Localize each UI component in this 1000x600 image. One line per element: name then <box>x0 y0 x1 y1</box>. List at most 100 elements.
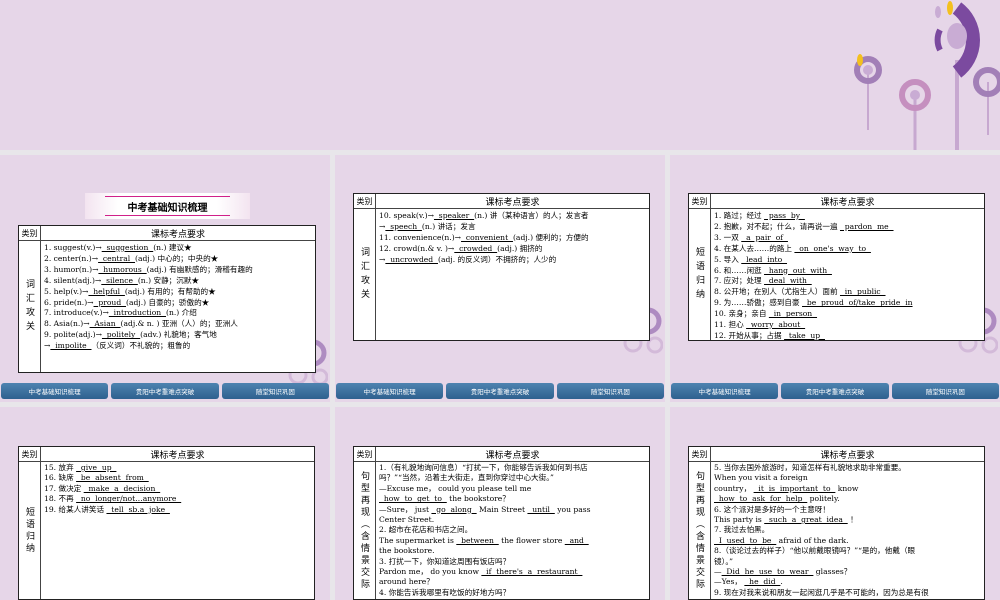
table-line: 7. introduce(v.)→ introduction (n.) 介绍 <box>44 308 312 319</box>
table-line: 3. 一双 a pair of <box>714 233 981 244</box>
table-line: → impolite （反义词）不礼貌的；粗鲁的 <box>44 341 312 352</box>
header-category: 类别 <box>689 447 711 462</box>
table-line: When you visit a foreign <box>714 473 981 483</box>
prompt-text: 9. 为……骄傲；感到自豪 <box>714 298 803 308</box>
table-line: 19. 给某人讲笑话 tell sb.a joke <box>44 505 311 515</box>
answer-text: if there's a restaurant <box>481 567 583 577</box>
answer-text: in public <box>839 287 886 297</box>
table-line: 12. 开始从事；占据 take up <box>714 331 981 340</box>
slide-top[interactable] <box>0 0 1000 150</box>
prompt-text: politely. <box>807 494 840 504</box>
table-content: 15. 放弃 give up 16. 缺席 be absent from 17.… <box>41 462 314 599</box>
knowledge-table: 类别 课标考点要求 句型再现︵含情景交际 5. 当你去国外旅游时，知道怎样有礼貌… <box>688 446 985 600</box>
prompt-text: —Excuse me， could you please tell me <box>379 483 532 493</box>
nav-button[interactable]: 中考基础知识梳理 <box>1 383 109 399</box>
prompt-text: 4. silent(adj.)→ <box>44 275 102 285</box>
header-requirements: 课标考点要求 <box>711 194 984 209</box>
answer-text: between <box>456 535 499 545</box>
answer-text: take up <box>784 330 825 340</box>
table-line: 5. 当你去国外旅游时，知道怎样有礼貌地求助非常重要。 <box>714 463 981 473</box>
answer-text: helpful <box>88 286 125 296</box>
table-line: 8. Asia(n.)→ Asian (adj.& n. ) 亚洲（人）的；亚洲… <box>44 319 312 330</box>
prompt-text: (adj.) 有用的；有帮助的★ <box>124 286 216 296</box>
table-line: how to ask for help politely. <box>714 494 981 504</box>
answer-text: central <box>98 253 136 263</box>
prompt-text: (n.) 安静；沉默★ <box>137 275 200 285</box>
nav-button[interactable]: 随堂知识巩固 <box>221 383 329 399</box>
header-category: 类别 <box>19 447 41 462</box>
answer-text: silence <box>101 275 138 285</box>
slide-thumbnail[interactable]: 类别 课标考点要求 短语归纳 1. 路过；经过 pass by 2. 抱歉，对不… <box>670 155 1000 402</box>
slide-thumbnail[interactable]: 类别 课标考点要求 句型再现︵含情景交际 5. 当你去国外旅游时，知道怎样有礼貌… <box>670 407 1000 600</box>
answer-text: how to ask for help <box>714 494 808 504</box>
prompt-text: —Yes， <box>714 577 745 587</box>
prompt-text: 8. 公开地；在别人（尤指生人）面前 <box>714 287 840 297</box>
prompt-text: 吗？”“当然，沿着主大街走，直到你穿过中心大街。” <box>379 473 554 483</box>
answer-text: convenient <box>461 232 513 242</box>
table-line: 10. speak(v.)→ speaker (n.) 讲（某种语言）的人；发言… <box>379 211 646 222</box>
answer-text: a pair of <box>741 232 788 242</box>
prompt-text: 3. 打扰一下，你知道这周围有饭店吗？ <box>379 556 511 566</box>
prompt-text: Main Street <box>476 504 528 514</box>
table-line: 9. polite(adj.)→ politely (adv.) 礼貌地；客气地 <box>44 330 312 341</box>
prompt-text: (adv.) 礼貌地；客气地 <box>140 330 217 340</box>
table-line: 7. 我过去怕黑。 <box>714 525 981 535</box>
header-category: 类别 <box>354 194 376 209</box>
prompt-text: 1. 路过；经过 <box>714 211 765 220</box>
table-line: 8. 公开地；在别人（尤指生人）面前 in public <box>714 287 981 298</box>
slide-nav-bar: 中考基础知识梳理 贵阳中考重难点突破 随堂知识巩固 <box>335 383 665 399</box>
prompt-text: (adj.) 便利的；方便的 <box>512 232 589 242</box>
category-label: 句型再现︵含情景交际 <box>354 462 376 599</box>
prompt-text: The supermarket is <box>379 535 457 545</box>
prompt-text: 11. 担心 <box>714 320 747 330</box>
nav-button[interactable]: 贵阳中考重难点突破 <box>446 383 554 399</box>
answer-text: such a great idea <box>764 515 848 525</box>
table-line: 9. 为……骄傲；感到自豪 be proud of/take pride in <box>714 298 981 309</box>
answer-text: give up <box>76 463 117 472</box>
answer-text: impolite <box>50 341 92 351</box>
nav-button[interactable]: 随堂知识巩固 <box>556 383 664 399</box>
table-line: 7. 应对；处理 deal with <box>714 276 981 287</box>
prompt-text: (adj. 的反义词）不拥挤的；人少的 <box>437 254 557 264</box>
answer-text: on one's way to <box>794 243 871 253</box>
prompt-text: 12. 开始从事；占据 <box>714 330 785 340</box>
prompt-text: know <box>835 483 859 493</box>
slide-thumbnail[interactable]: 类别 课标考点要求 句型再现︵含情景交际 1.（有礼貌地询问信息）“打扰一下，你… <box>335 407 665 600</box>
table-line: 2. center(n.)→ central (adj.) 中心的；中央的★ <box>44 254 312 265</box>
prompt-text: 4. 你能告诉我哪里有吃饭的好地方吗？ <box>379 587 511 597</box>
prompt-text: 1. suggest(v.)→ <box>44 243 102 252</box>
prompt-text: afraid of the dark. <box>776 535 849 545</box>
nav-button[interactable]: 贵阳中考重难点突破 <box>111 383 219 399</box>
prompt-text: 17. 做决定 <box>44 483 84 493</box>
table-line: 2. 超市在花店和书店之间。 <box>379 525 646 535</box>
prompt-text: 5. 当你去国外旅游时，知道怎样有礼貌地求助非常重要。 <box>714 463 906 472</box>
category-label: 短语归纳 <box>689 209 711 340</box>
nav-button[interactable]: 随堂知识巩固 <box>891 383 999 399</box>
slide-thumbnail[interactable]: 中考基础知识梳理 类别 课标考点要求 词汇攻关 1. suggest(v.)→ … <box>0 155 330 402</box>
table-line: 1.（有礼貌地询问信息）“打扰一下，你能够告诉我如何到书店 <box>379 463 646 473</box>
table-line: 16. 缺席 be absent from <box>44 473 311 483</box>
prompt-text: 9. 现在对我来说和朋友一起闲逛几乎是不可能的，因为总是有很 <box>714 587 929 597</box>
prompt-text: 6. 这个派对是多好的一个主意呀！ <box>714 504 830 514</box>
table-line: 3. 打扰一下，你知道这周围有饭店吗？ <box>379 557 646 567</box>
table-line: 12. crowd(n.& v. )→ crowded (adj.) 拥挤的 <box>379 244 646 255</box>
nav-button[interactable]: 中考基础知识梳理 <box>336 383 444 399</box>
table-line: Pardon me， do you know if there's a rest… <box>379 567 646 577</box>
table-line: 3. humor(n.)→ humorous (adj.) 有幽默感的；滑稽有趣… <box>44 265 312 276</box>
answer-text: make a decision <box>83 483 161 493</box>
prompt-text: (adj.) 有幽默感的；滑稽有趣的 <box>146 264 253 274</box>
prompt-text: around here？ <box>379 577 434 587</box>
answer-text: be proud of/take pride in <box>802 298 913 308</box>
table-line: 6. 这个派对是多好的一个主意呀！ <box>714 505 981 515</box>
prompt-text: 2. center(n.)→ <box>44 253 99 263</box>
answer-text: speaker <box>433 211 475 220</box>
slide-thumbnail[interactable]: 类别 课标考点要求 短语归纳 15. 放弃 give up 16. 缺席 be … <box>0 407 330 600</box>
slide-thumbnail[interactable]: 类别 课标考点要求 词汇攻关 10. speak(v.)→ speaker (n… <box>335 155 665 402</box>
header-requirements: 课标考点要求 <box>711 447 984 462</box>
answer-text: and <box>564 535 589 545</box>
nav-button[interactable]: 贵阳中考重难点突破 <box>781 383 889 399</box>
answer-text: go along <box>431 504 477 514</box>
nav-button[interactable]: 中考基础知识梳理 <box>671 383 779 399</box>
table-line: 2. 抱歉，对不起；什么，请再说一遍 pardon me <box>714 222 981 233</box>
prompt-text: (adj.) 拥挤的 <box>497 243 543 253</box>
